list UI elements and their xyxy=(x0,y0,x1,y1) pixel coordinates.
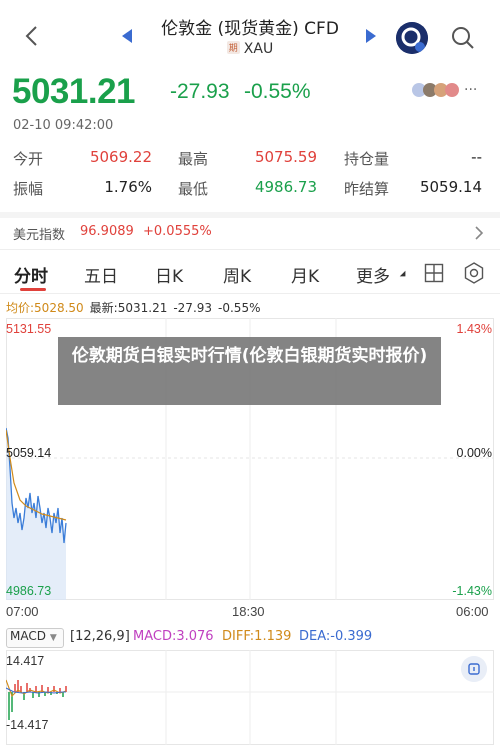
price-change-percent: -0.55% xyxy=(244,80,311,103)
open-interest-value: -- xyxy=(471,148,482,166)
tab-intraday[interactable]: 分时 xyxy=(14,262,48,287)
next-instrument-icon[interactable] xyxy=(364,28,378,44)
latest-pct-label: -0.55% xyxy=(218,301,261,315)
community-avatars-icon[interactable] xyxy=(410,80,460,100)
related-index-bar[interactable]: 美元指数 96.9089 +0.0555% xyxy=(0,218,500,250)
high-value: 5075.59 xyxy=(254,148,317,166)
macd-histogram xyxy=(8,680,67,720)
prev-instrument-icon[interactable] xyxy=(120,28,134,44)
y-axis-low: 4986.73 xyxy=(6,584,52,598)
y-axis-high: 5131.55 xyxy=(6,322,52,336)
index-name: 美元指数 xyxy=(13,228,66,243)
avg-price-label: 均价:5028.50 xyxy=(6,301,84,315)
time-axis-end: 06:00 xyxy=(456,604,489,619)
tab-five-day[interactable]: 五日 xyxy=(84,262,118,287)
expand-icon[interactable] xyxy=(461,656,487,682)
instrument-symbol: XAU xyxy=(243,41,274,57)
back-arrow-icon[interactable] xyxy=(18,22,46,50)
layout-grid-icon[interactable] xyxy=(424,263,444,283)
more-caret-icon xyxy=(399,270,409,280)
macd-y-high: 14.417 xyxy=(6,654,45,668)
assistant-avatar-icon[interactable] xyxy=(396,22,428,54)
indicator-select[interactable]: MACD ▼ xyxy=(6,628,64,648)
open-value: 5069.22 xyxy=(89,148,152,166)
pct-axis-low: -1.43% xyxy=(452,584,492,598)
diff-value: DIFF:1.139 xyxy=(222,629,292,644)
pct-axis-high: 1.43% xyxy=(456,322,492,336)
high-label: 最高 xyxy=(178,150,209,168)
macd-value: MACD:3.076 xyxy=(133,629,214,644)
gear-icon[interactable] xyxy=(463,262,485,284)
market-tag: 期 xyxy=(226,41,240,54)
open-label: 今开 xyxy=(13,150,44,168)
y-axis-mid: 5059.14 xyxy=(6,446,52,460)
more-icon[interactable]: ··· xyxy=(464,82,477,98)
latest-change-label: -27.93 xyxy=(173,301,213,315)
last-price: 5031.21 xyxy=(12,72,136,111)
quote-timestamp: 02-10 09:42:00 xyxy=(13,118,114,133)
index-change: +0.0555% xyxy=(143,224,212,239)
tab-monthly-k[interactable]: 月K xyxy=(291,262,319,287)
prev-settle-value: 5059.14 xyxy=(419,178,482,196)
macd-y-low: -14.417 xyxy=(6,718,49,732)
price-change: -27.93 xyxy=(170,80,230,103)
tab-weekly-k[interactable]: 周K xyxy=(223,262,251,287)
prev-settle-label: 昨结算 xyxy=(344,180,390,198)
pct-axis-mid: 0.00% xyxy=(456,446,492,460)
latest-price-label: 最新:5031.21 xyxy=(89,301,168,315)
tab-more[interactable]: 更多 xyxy=(356,262,390,287)
average-price-line xyxy=(6,429,67,521)
amplitude-value: 1.76% xyxy=(104,178,152,196)
instrument-code: 期 XAU xyxy=(190,41,310,57)
search-icon[interactable] xyxy=(449,24,477,52)
time-axis-start: 07:00 xyxy=(6,604,39,619)
dea-value: DEA:-0.399 xyxy=(299,629,373,644)
active-tab-indicator xyxy=(20,288,46,291)
top-header: 伦敦金 (现货黄金) CFD 期 XAU xyxy=(0,0,500,68)
amplitude-label: 振幅 xyxy=(13,180,44,198)
macd-chart[interactable]: 14.417 -14.417 xyxy=(6,650,494,745)
article-title-overlay: 伦敦期货白银实时行情(伦敦白银期货实时报价) xyxy=(58,337,441,405)
low-value: 4986.73 xyxy=(254,178,317,196)
chevron-right-icon xyxy=(475,226,484,240)
macd-params: [12,26,9] xyxy=(70,629,130,644)
open-interest-label: 持仓量 xyxy=(344,150,390,168)
dropdown-caret-icon: ▼ xyxy=(49,633,57,643)
low-label: 最低 xyxy=(178,180,209,198)
time-axis-mid: 18:30 xyxy=(232,604,265,619)
page-title: 伦敦金 (现货黄金) CFD xyxy=(161,19,339,39)
quote-panel: 5031.21 -27.93 -0.55% ··· 02-10 09:42:00… xyxy=(0,68,500,218)
tab-daily-k[interactable]: 日K xyxy=(155,262,183,287)
indicator-select-value: MACD xyxy=(10,629,46,643)
chart-legend-line: 均价:5028.50 最新:5031.21 -27.93 -0.55% xyxy=(6,299,266,316)
macd-chart-svg xyxy=(6,650,494,745)
index-value: 96.9089 xyxy=(80,224,134,239)
